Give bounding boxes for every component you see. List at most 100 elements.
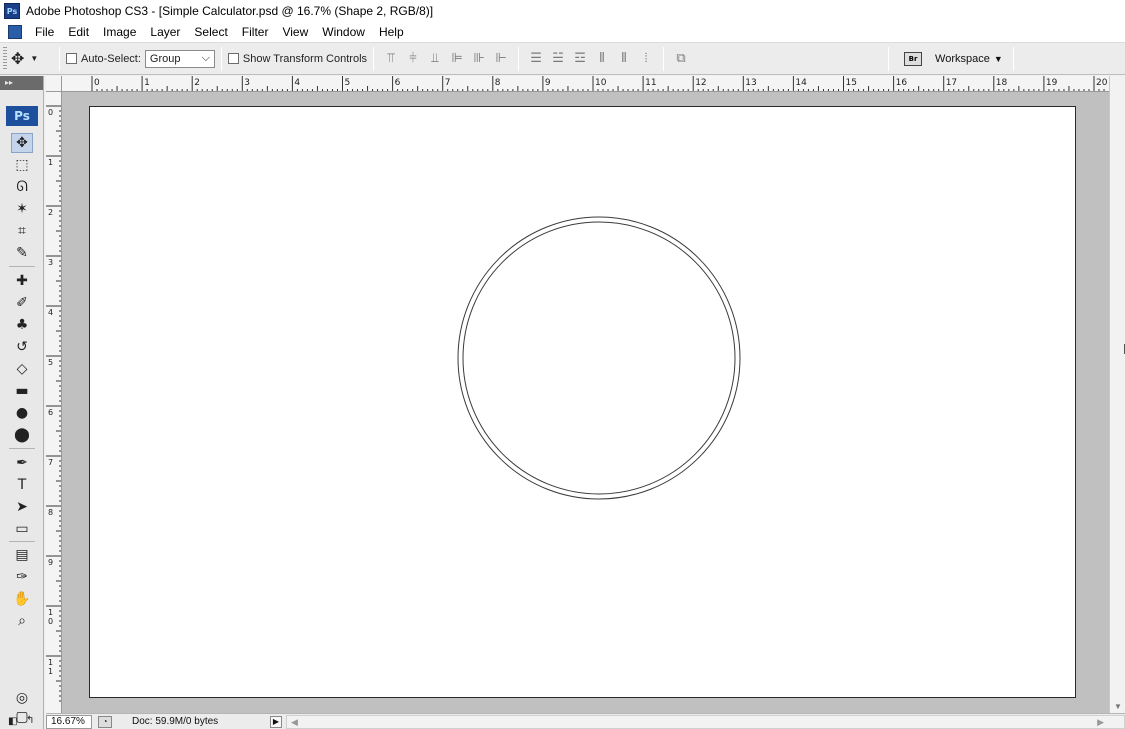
healing-brush-tool-icon[interactable]: ✚ xyxy=(11,271,33,291)
screen-mode-icon[interactable]: ▢ xyxy=(11,709,33,725)
slice-tool-icon[interactable]: ✎ xyxy=(11,243,33,263)
path-selection-tool-icon[interactable]: ➤ xyxy=(11,497,33,517)
menu-filter[interactable]: Filter xyxy=(235,22,276,43)
title-bar: Ps Adobe Photoshop CS3 - [Simple Calcula… xyxy=(0,0,1125,22)
canvas-artwork xyxy=(457,216,741,500)
menu-bar: File Edit Image Layer Select Filter View… xyxy=(0,22,1125,43)
vertical-ruler[interactable]: 01234567891011 xyxy=(46,92,62,713)
ruler-label: 2 xyxy=(194,78,200,88)
crop-tool-icon[interactable]: ⌗ xyxy=(11,221,33,241)
horizontal-ruler[interactable]: 0 1 2 3 4 5 6 7 8 9 10 11 12 13 14 15 16 17 18 19 20 xyxy=(62,76,1109,92)
ruler-label: 10 xyxy=(595,78,607,88)
show-transform-label: Show Transform Controls xyxy=(242,52,368,65)
toolbox-panel: ▸▸ Ps ◧ ↰ ◎ ▢ ✥ ⬚ ᘏ ✶ ⌗ ✎ ✚ ✐ ♣ ↺ ◇ ▬ ● ⬤ ✒ T ➤ ▭ ▤ ✑ ✋ ⌕ xyxy=(0,76,44,729)
auto-select-dropdown[interactable]: Group ⌵ xyxy=(144,49,215,68)
photoshop-logo[interactable]: Ps xyxy=(6,106,38,126)
hand-tool-icon[interactable]: ✋ xyxy=(11,589,33,609)
circle-shape-outer[interactable] xyxy=(457,216,741,500)
type-tool-icon[interactable]: T xyxy=(11,475,33,495)
ruler-label: 5 xyxy=(48,358,53,367)
scroll-right-icon[interactable]: ▶ xyxy=(1097,717,1104,728)
window-title: Adobe Photoshop CS3 - [Simple Calculator… xyxy=(26,4,434,18)
bridge-button[interactable]: Br xyxy=(899,48,927,70)
tool-preset-picker[interactable]: ✥ ▼ xyxy=(11,47,53,71)
ruler-label: 5 xyxy=(345,78,351,88)
horizontal-scrollbar[interactable]: ◀ ▶ xyxy=(286,714,1125,729)
brush-tool-icon[interactable]: ✐ xyxy=(11,293,33,313)
eyedropper-tool-icon[interactable]: ✑ xyxy=(11,567,33,587)
ruler-label: 3 xyxy=(48,258,53,267)
ruler-label: 1 xyxy=(48,667,53,676)
canvas-pasteboard[interactable] xyxy=(63,93,1109,713)
scroll-down-icon[interactable]: ▼ xyxy=(1114,702,1122,711)
document-canvas[interactable] xyxy=(89,106,1076,698)
lasso-tool-icon[interactable]: ᘏ xyxy=(11,177,33,197)
menu-layer[interactable]: Layer xyxy=(143,22,187,43)
status-info-icon[interactable]: ◔ xyxy=(98,715,112,728)
ruler-label: 12 xyxy=(695,78,706,88)
auto-select-label: Auto-Select: xyxy=(81,52,141,65)
menu-window[interactable]: Window xyxy=(315,22,372,43)
pen-tool-icon[interactable]: ✒ xyxy=(11,453,33,473)
magic-wand-tool-icon[interactable]: ✶ xyxy=(11,199,33,219)
menu-view[interactable]: View xyxy=(275,22,315,43)
ruler-label: 9 xyxy=(48,558,53,567)
document-menu-icon[interactable] xyxy=(8,25,22,39)
menu-image[interactable]: Image xyxy=(96,22,143,43)
gradient-tool-icon[interactable]: ▬ xyxy=(11,381,33,401)
ruler-origin[interactable] xyxy=(46,76,62,92)
zoom-level-field[interactable]: 16.67% xyxy=(46,714,92,729)
vertical-scrollbar[interactable]: ▼ xyxy=(1109,76,1125,713)
menu-edit[interactable]: Edit xyxy=(61,22,96,43)
ruler-label: 7 xyxy=(445,78,451,88)
align-vertical-centers-icon[interactable]: ⫩ xyxy=(402,49,424,69)
distribute-vertical-centers-icon[interactable]: ☱ xyxy=(547,49,569,69)
menu-select[interactable]: Select xyxy=(187,22,234,43)
auto-align-layers-icon[interactable]: ⧉ xyxy=(670,49,692,69)
distribute-left-edges-icon[interactable]: ⦀ xyxy=(591,49,613,69)
distribute-bottom-edges-icon[interactable]: ☲ xyxy=(569,49,591,69)
toolbox-separator xyxy=(9,266,35,267)
scroll-left-icon[interactable]: ◀ xyxy=(291,717,298,728)
rectangle-tool-icon[interactable]: ▭ xyxy=(11,519,33,539)
move-tool-icon[interactable]: ✥ xyxy=(11,133,33,153)
dodge-tool-icon[interactable]: ⬤ xyxy=(11,425,33,445)
ruler-label: 2 xyxy=(48,208,53,217)
distribute-horizontal-centers-icon[interactable]: ⫴ xyxy=(613,49,635,69)
align-right-edges-icon[interactable]: ⊩ xyxy=(490,49,512,69)
ruler-label: 3 xyxy=(244,78,250,88)
options-bar-grip[interactable] xyxy=(3,46,7,71)
ruler-label: 1 xyxy=(144,78,150,88)
ruler-label: 15 xyxy=(846,78,857,88)
clone-stamp-tool-icon[interactable]: ♣ xyxy=(11,315,33,335)
workspace-button[interactable]: Workspace ▼ xyxy=(935,53,1003,65)
distribute-right-edges-icon[interactable]: ⦙ xyxy=(635,49,657,69)
align-horizontal-centers-icon[interactable]: ⊪ xyxy=(468,49,490,69)
workspace-label: Workspace xyxy=(935,52,990,65)
show-transform-checkbox[interactable] xyxy=(227,53,239,64)
distribute-top-edges-icon[interactable]: ☰ xyxy=(525,49,547,69)
menu-file[interactable]: File xyxy=(28,22,61,43)
align-top-edges-icon[interactable]: ⫪ xyxy=(380,49,402,69)
auto-select-checkbox[interactable] xyxy=(66,53,77,64)
options-separator xyxy=(663,46,665,71)
marquee-tool-icon[interactable]: ⬚ xyxy=(11,155,33,175)
chevron-down-icon: ⌵ xyxy=(201,52,210,64)
ruler-label: 19 xyxy=(1046,78,1058,88)
align-bottom-edges-icon[interactable]: ⫫ xyxy=(424,49,446,69)
eraser-tool-icon[interactable]: ◇ xyxy=(11,359,33,379)
ruler-label: 1 xyxy=(48,608,53,617)
align-left-edges-icon[interactable]: ⊫ xyxy=(446,49,468,69)
blur-tool-icon[interactable]: ● xyxy=(11,403,33,423)
toolbox-collapse-button[interactable]: ▸▸ xyxy=(0,76,43,90)
status-menu-arrow-icon[interactable]: ▶ xyxy=(270,715,282,728)
quick-mask-icon[interactable]: ◎ xyxy=(11,688,33,708)
circle-shape-inner[interactable] xyxy=(462,221,736,495)
horizontal-ruler-scale: 0 1 2 3 4 5 6 7 8 9 10 11 12 13 14 15 16 17 18 19 20 xyxy=(91,76,1108,91)
zoom-tool-icon[interactable]: ⌕ xyxy=(11,611,33,631)
bridge-icon: Br xyxy=(904,51,923,66)
menu-help[interactable]: Help xyxy=(372,22,411,43)
ruler-label: 13 xyxy=(745,78,756,88)
history-brush-tool-icon[interactable]: ↺ xyxy=(11,337,33,357)
notes-tool-icon[interactable]: ▤ xyxy=(11,545,33,565)
